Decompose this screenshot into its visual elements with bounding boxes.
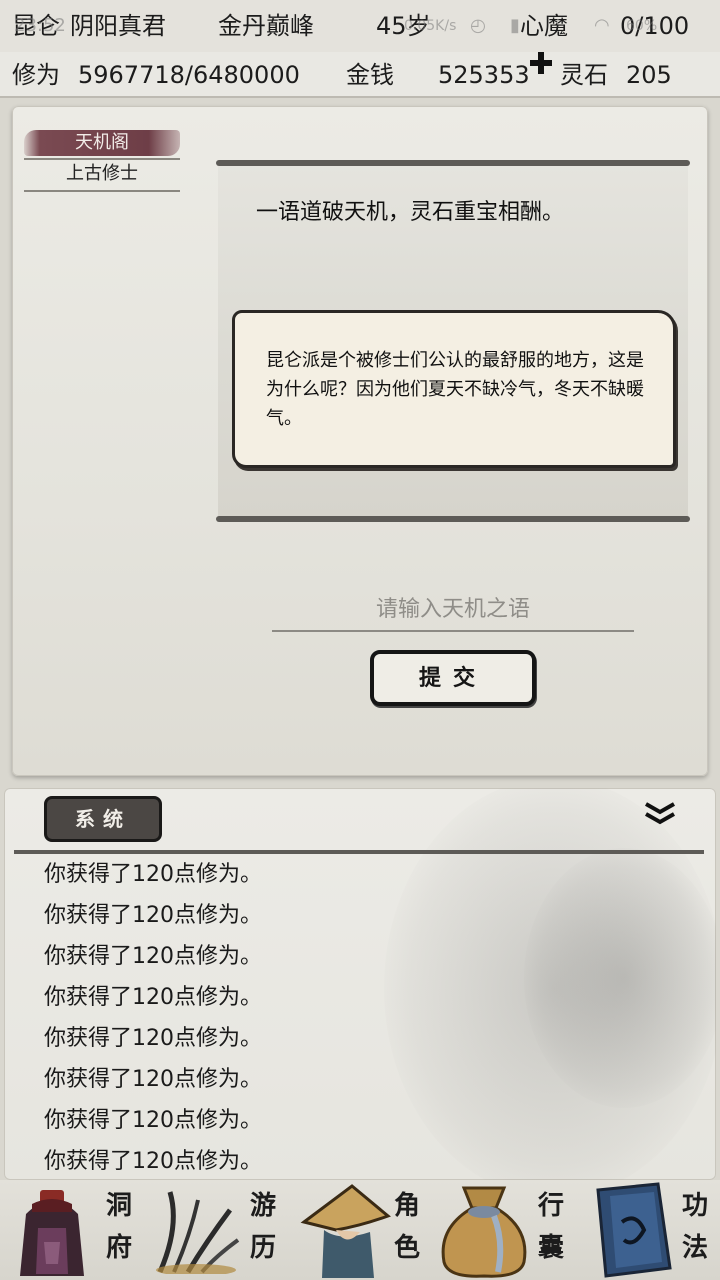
log-entry: 你获得了120点修为。 [44,1149,262,1174]
realm-text: 金丹巅峰 [218,12,314,40]
character-icon [300,1182,392,1278]
nav-item-bag[interactable]: 行 囊 [432,1180,576,1280]
nav-item-travel[interactable]: 游 历 [144,1180,288,1280]
cultivation-value: 5967718/6480000 [78,61,300,89]
spirit-stone-value: 205 [626,61,672,89]
nav-label-top: 行 [537,1191,564,1221]
nav-item-character[interactable]: 角 色 [288,1180,432,1280]
log-list: 你获得了120点修为。 你获得了120点修为。 你获得了120点修为。 你获得了… [44,856,644,1184]
log-entry: 你获得了120点修为。 [44,1067,262,1092]
oracle-input[interactable] [272,588,634,630]
nav-item-techniques[interactable]: 功 法 [576,1180,720,1280]
nav-label-bottom: 法 [681,1233,708,1263]
oracle-intro: 一语道破天机，灵石重宝相酬。 [256,200,565,225]
collapse-chevron-icon[interactable] [642,800,678,826]
nav-label-top: 角 [393,1191,420,1221]
log-entry: 你获得了120点修为。 [44,1026,262,1051]
scroll-rod-top [216,160,690,166]
log-entry: 你获得了120点修为。 [44,903,262,928]
log-entry: 你获得了120点修为。 [44,944,262,969]
log-entry: 你获得了120点修为。 [44,1108,262,1133]
nav-label-bottom: 色 [393,1233,420,1263]
heart-demon-label: 心魔 [520,12,568,40]
alarm-icon: ◴ [470,15,486,36]
cross-icon [530,52,552,74]
network-speed: 0.05K/s [404,18,457,34]
signal-icon: ▮ [510,15,520,36]
battery-icon: 60% [626,18,658,34]
log-entry: 你获得了120点修为。 [44,985,262,1010]
log-divider [14,850,704,854]
nav-label-bottom: 囊 [537,1233,564,1263]
scroll-icon [584,1182,680,1278]
divider [24,190,180,192]
nav-label-top: 游 [249,1191,276,1221]
money-label: 金钱 [346,61,394,89]
hint-note-text: 昆仑派是个被修士们公认的最舒服的地方，这是为什么呢？因为他们夏天不缺冷气，冬天不… [266,350,644,429]
nav-label-top: 功 [681,1191,708,1221]
cultivation-label: 修为 [12,61,60,89]
travel-icon [150,1186,242,1276]
title-text: 阴阳真君 [70,12,166,40]
nav-label-bottom: 历 [249,1233,276,1263]
sidebar-tab-label: 天机阁 [75,132,129,153]
wifi-icon: ◠ [594,15,610,36]
log-entry: 你获得了120点修为。 [44,862,262,887]
sidebar-item-ancient-cultivator[interactable]: 上古修士 [24,160,180,190]
tab-system[interactable]: 系统 [44,796,162,842]
oracle-input-wrap [272,588,634,632]
status-bar: 昆仑 阴阳真君 金丹巅峰 45岁 心魔 0/100 [0,0,720,52]
nav-label-top: 洞 [105,1191,132,1221]
system-clock: 23:52 [14,15,66,36]
submit-button[interactable]: 提交 [370,650,536,706]
sidebar-tab-tianjige[interactable]: 天机阁 [24,128,180,158]
bag-icon [434,1182,534,1278]
cave-icon [12,1184,92,1278]
scroll-rod-bottom [216,516,690,522]
spirit-stone-label: 灵石 [560,61,608,89]
stats-bar: 修为 5967718/6480000 金钱 525353 灵石 205 [0,52,720,98]
nav-item-cave[interactable]: 洞 府 [0,1180,144,1280]
bottom-nav: 洞 府 游 历 角 色 行 囊 功 法 [0,1180,720,1280]
money-value: 525353 [438,61,530,89]
nav-label-bottom: 府 [105,1233,132,1263]
